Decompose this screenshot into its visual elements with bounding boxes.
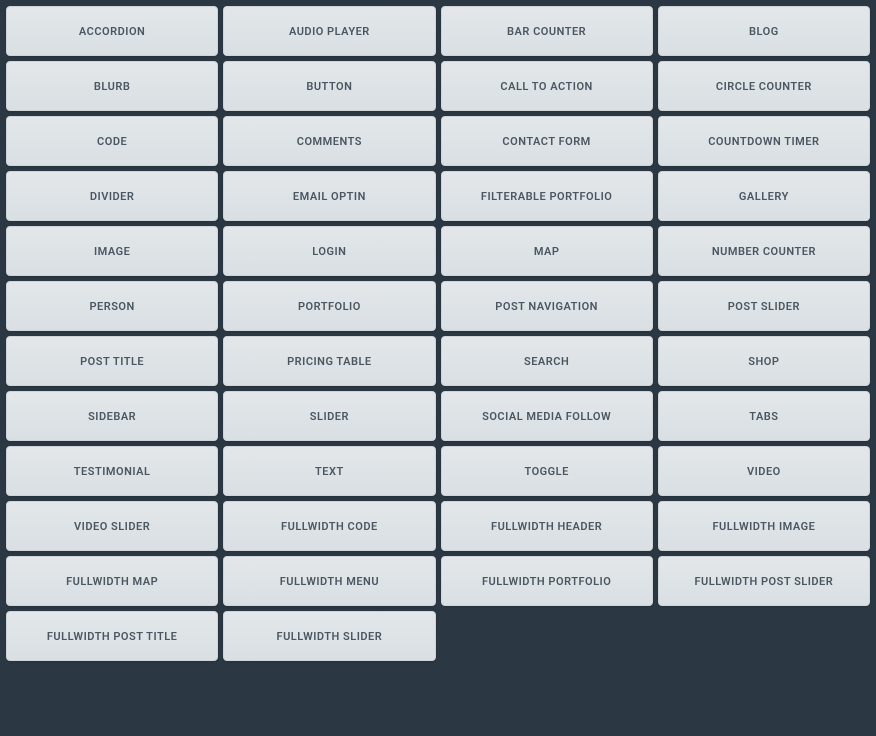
module-button-divider[interactable]: DIVIDER [6,171,218,221]
module-label: FULLWIDTH MAP [66,575,158,588]
module-label: COUNTDOWN TIMER [708,135,819,148]
module-button-fullwidth-header[interactable]: FULLWIDTH HEADER [441,501,653,551]
module-button-login[interactable]: LOGIN [223,226,435,276]
module-button-blog[interactable]: BLOG [658,6,870,56]
module-button-blurb[interactable]: BLURB [6,61,218,111]
module-label: PERSON [89,300,134,313]
module-button-accordion[interactable]: ACCORDION [6,6,218,56]
module-button-video[interactable]: VIDEO [658,446,870,496]
module-label: BLURB [94,80,130,93]
module-button-button[interactable]: BUTTON [223,61,435,111]
module-label: BLOG [749,25,779,38]
module-button-pricing-table[interactable]: PRICING TABLE [223,336,435,386]
module-button-countdown-timer[interactable]: COUNTDOWN TIMER [658,116,870,166]
module-button-search[interactable]: SEARCH [441,336,653,386]
module-label: SIDEBAR [88,410,136,423]
module-button-bar-counter[interactable]: BAR COUNTER [441,6,653,56]
module-button-portfolio[interactable]: PORTFOLIO [223,281,435,331]
module-label: LOGIN [312,245,346,258]
module-label: TOGGLE [524,465,568,478]
module-button-call-to-action[interactable]: CALL TO ACTION [441,61,653,111]
module-label: FULLWIDTH HEADER [491,520,602,533]
module-label: BUTTON [306,80,352,93]
module-label: FULLWIDTH SLIDER [277,630,383,643]
module-button-fullwidth-post-slider[interactable]: FULLWIDTH POST SLIDER [658,556,870,606]
module-button-filterable-portfolio[interactable]: FILTERABLE PORTFOLIO [441,171,653,221]
module-grid: ACCORDION AUDIO PLAYER BAR COUNTER BLOG BLUR… [6,6,870,661]
module-button-circle-counter[interactable]: CIRCLE COUNTER [658,61,870,111]
module-label: SOCIAL MEDIA FOLLOW [482,410,611,423]
module-button-tabs[interactable]: TABS [658,391,870,441]
module-label: FULLWIDTH PORTFOLIO [482,575,611,588]
module-label: VIDEO SLIDER [74,520,150,533]
module-button-contact-form[interactable]: CONTACT FORM [441,116,653,166]
module-button-fullwidth-image[interactable]: FULLWIDTH IMAGE [658,501,870,551]
module-label: CODE [97,135,127,148]
module-button-video-slider[interactable]: VIDEO SLIDER [6,501,218,551]
module-button-post-navigation[interactable]: POST NAVIGATION [441,281,653,331]
module-label: SEARCH [524,355,569,368]
module-label: CIRCLE COUNTER [716,80,812,93]
module-button-fullwidth-map[interactable]: FULLWIDTH MAP [6,556,218,606]
module-button-testimonial[interactable]: TESTIMONIAL [6,446,218,496]
module-label: TABS [749,410,778,423]
module-button-fullwidth-menu[interactable]: FULLWIDTH MENU [223,556,435,606]
module-button-person[interactable]: PERSON [6,281,218,331]
module-button-sidebar[interactable]: SIDEBAR [6,391,218,441]
module-label: VIDEO [747,465,781,478]
module-label: POST SLIDER [728,300,800,313]
module-label: CONTACT FORM [502,135,590,148]
module-label: EMAIL OPTIN [293,190,366,203]
module-button-audio-player[interactable]: AUDIO PLAYER [223,6,435,56]
module-button-fullwidth-code[interactable]: FULLWIDTH CODE [223,501,435,551]
module-label: PORTFOLIO [298,300,361,313]
module-button-social-media-follow[interactable]: SOCIAL MEDIA FOLLOW [441,391,653,441]
module-button-email-optin[interactable]: EMAIL OPTIN [223,171,435,221]
module-button-gallery[interactable]: GALLERY [658,171,870,221]
module-label: NUMBER COUNTER [712,245,816,258]
module-button-code[interactable]: CODE [6,116,218,166]
module-button-fullwidth-post-title[interactable]: FULLWIDTH POST TITLE [6,611,218,661]
module-label: AUDIO PLAYER [289,25,370,38]
module-button-comments[interactable]: COMMENTS [223,116,435,166]
module-label: DIVIDER [90,190,135,203]
module-button-map[interactable]: MAP [441,226,653,276]
module-label: TESTIMONIAL [74,465,151,478]
module-label: FULLWIDTH POST TITLE [47,630,178,643]
module-label: IMAGE [94,245,130,258]
module-button-toggle[interactable]: TOGGLE [441,446,653,496]
module-label: TEXT [315,465,344,478]
module-label: FULLWIDTH CODE [281,520,378,533]
module-label: SLIDER [310,410,349,423]
module-label: FULLWIDTH MENU [280,575,379,588]
module-button-image[interactable]: IMAGE [6,226,218,276]
module-label: FULLWIDTH POST SLIDER [694,575,833,588]
module-label: FILTERABLE PORTFOLIO [481,190,612,203]
module-label: PRICING TABLE [287,355,372,368]
module-button-post-title[interactable]: POST TITLE [6,336,218,386]
module-label: FULLWIDTH IMAGE [712,520,815,533]
module-label: BAR COUNTER [507,25,586,38]
module-label: POST NAVIGATION [495,300,598,313]
module-button-text[interactable]: TEXT [223,446,435,496]
module-button-fullwidth-portfolio[interactable]: FULLWIDTH PORTFOLIO [441,556,653,606]
module-label: ACCORDION [79,25,145,38]
module-label: CALL TO ACTION [500,80,592,93]
module-button-fullwidth-slider[interactable]: FULLWIDTH SLIDER [223,611,435,661]
module-label: MAP [534,245,560,258]
module-label: COMMENTS [297,135,362,148]
module-button-post-slider[interactable]: POST SLIDER [658,281,870,331]
module-button-number-counter[interactable]: NUMBER COUNTER [658,226,870,276]
module-label: GALLERY [739,190,789,203]
module-label: POST TITLE [80,355,144,368]
module-button-slider[interactable]: SLIDER [223,391,435,441]
module-label: SHOP [748,355,779,368]
module-button-shop[interactable]: SHOP [658,336,870,386]
